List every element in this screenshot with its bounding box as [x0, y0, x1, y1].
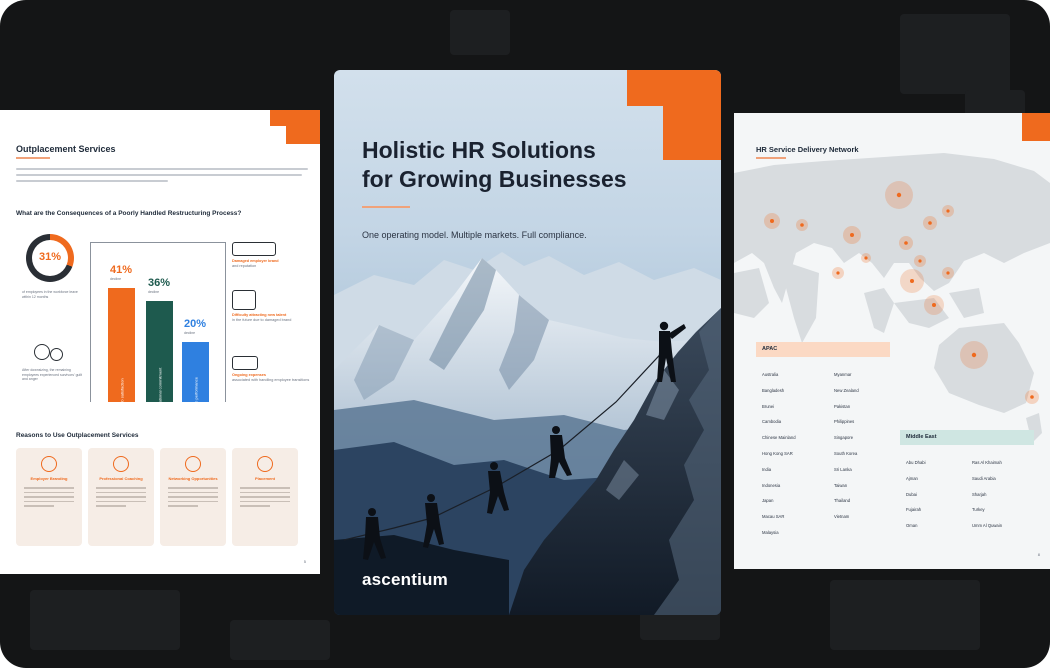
country-item: Dubai	[906, 491, 917, 497]
country-item: Hong Kong SAR	[762, 451, 793, 456]
decline-bar: job performance	[182, 342, 209, 406]
networking-icon	[185, 456, 201, 472]
country-item: Thailand	[834, 498, 851, 504]
country-item: South Korea	[834, 451, 858, 456]
country-item: Philippines	[834, 419, 855, 425]
country-item: Taiwan	[834, 482, 848, 488]
country-item: Australia	[762, 372, 779, 377]
country-item: Malaysia	[762, 530, 779, 535]
country-item: New Zealand	[834, 387, 859, 393]
reason-card: Employer Branding	[16, 448, 82, 546]
background-tile	[450, 10, 510, 55]
sad-face-icon	[50, 348, 63, 361]
bar-label: job satisfaction	[119, 378, 124, 405]
country-item: Sri Lanka	[834, 466, 852, 472]
country-item: Vietnam	[834, 514, 850, 520]
background-tile	[30, 590, 180, 650]
bar-value: 41%	[110, 264, 133, 276]
title-rule	[362, 206, 410, 208]
country-item: Fujairah	[906, 507, 922, 513]
cover-subtitle: One operating model. Multiple markets. F…	[362, 230, 587, 240]
decline-bar: organizational commitment	[146, 301, 173, 415]
country-item: Sharjah	[972, 491, 987, 497]
page-title: Outplacement Services	[16, 144, 116, 154]
country-item: Abu Dhabi	[906, 460, 926, 465]
country-item: Macau SAR	[762, 514, 785, 520]
bar-caption: decline	[110, 277, 122, 281]
page-number: 8	[1037, 552, 1040, 557]
country-item: Myanmar	[834, 372, 852, 377]
reason-card: Networking Opportunities	[160, 448, 226, 546]
stat-note: of employees in the workforce leave with…	[22, 290, 78, 299]
money-icon	[232, 356, 258, 370]
country-item: Cambodia	[762, 419, 782, 425]
reason-title: Networking Opportunities	[168, 476, 218, 481]
country-item: Umm Al Quwain	[972, 523, 1003, 529]
country-item: Brunei	[762, 403, 775, 409]
bar-value: 20%	[184, 318, 207, 330]
title-rule	[16, 157, 50, 159]
background-tile	[900, 14, 1010, 94]
country-item: Singapore	[834, 435, 854, 441]
corner-accent	[1022, 113, 1050, 141]
reasons-heading: Reasons to Use Outplacement Services	[16, 432, 139, 439]
coaching-icon	[113, 456, 129, 472]
bar-value: 36%	[148, 277, 171, 289]
bar-caption: decline	[148, 290, 160, 294]
country-item: Saudi Arabia	[972, 475, 996, 481]
background-tile	[830, 580, 980, 650]
consequence-sub: in the future due to damaged brand	[232, 317, 292, 322]
outplacement-page: Outplacement Services What are the Conse…	[0, 110, 320, 574]
apac-heading: APAC	[756, 342, 890, 357]
service-network-page: HR Service Delivery Network APAC Austral…	[734, 113, 1050, 569]
country-item: Oman	[906, 523, 918, 529]
placement-icon	[257, 456, 273, 472]
stat-note: After downsizing, the remaining employee…	[22, 368, 83, 382]
sad-face-icon	[34, 344, 50, 360]
country-item: Japan	[762, 498, 774, 504]
stars-rating-icon	[232, 242, 276, 256]
world-map	[734, 153, 1050, 443]
declining-chart-icon	[232, 290, 256, 310]
reason-card: Placement	[232, 448, 298, 546]
branding-icon	[41, 456, 57, 472]
consequence-item: Damaged employer brand and reputation	[232, 242, 312, 268]
country-item: Chinese Mainland	[762, 435, 796, 441]
consequences-heading: What are the Consequences of a Poorly Ha…	[16, 210, 242, 217]
country-item: Turkey	[972, 507, 985, 513]
consequence-sub: associated with handling employee transi…	[232, 377, 310, 382]
bar-label: organizational commitment	[157, 367, 162, 416]
showcase-frame: Outplacement Services What are the Conse…	[0, 0, 1050, 668]
title-rule	[756, 157, 786, 159]
consequence-item: Ongoing expenses associated with handlin…	[232, 356, 312, 382]
bar-label: job performance	[193, 377, 198, 406]
corner-accent	[627, 70, 663, 106]
cover-title-line: for Growing Businesses	[362, 166, 627, 193]
ascentium-logo: ascentium	[362, 570, 448, 589]
corner-accent	[286, 110, 320, 144]
page-title: HR Service Delivery Network	[756, 145, 859, 154]
country-item: Ajman	[906, 475, 918, 481]
background-tile	[230, 620, 330, 660]
page-number: 5	[303, 559, 306, 564]
country-item: Indonesia	[762, 482, 781, 488]
intro-paragraph	[16, 168, 308, 190]
country-item: Pakistan	[834, 403, 851, 409]
consequence-sub: and reputation	[232, 263, 257, 268]
middle-east-heading: Middle East	[900, 430, 1034, 445]
country-item: Bangladesh	[762, 387, 785, 393]
consequence-item: Difficulty attracting new talent in the …	[232, 290, 312, 322]
country-item: India	[762, 466, 772, 472]
corner-accent	[270, 110, 286, 126]
brochure-cover: Holistic HR Solutions for Growing Busine…	[334, 70, 721, 615]
donut-value: 31%	[38, 251, 62, 263]
cover-title-line: Holistic HR Solutions	[362, 137, 596, 163]
bar-caption: decline	[184, 331, 196, 335]
country-item: Ras Al Khaimah	[972, 460, 1002, 465]
decline-bar: job satisfaction	[108, 288, 135, 405]
reason-card: Professional Coaching	[88, 448, 154, 546]
cover-title: Holistic HR Solutions for Growing Busine…	[362, 136, 692, 195]
